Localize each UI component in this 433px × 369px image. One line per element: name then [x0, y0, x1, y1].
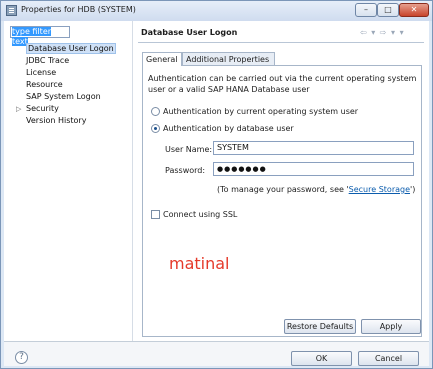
- user-name-label: User Name:: [165, 145, 213, 154]
- ok-button[interactable]: OK: [291, 351, 352, 366]
- footer-divider: [4, 341, 429, 342]
- window-title: Properties for HDB (SYSTEM): [21, 5, 136, 14]
- filter-input[interactable]: type filter text: [10, 26, 70, 46]
- user-name-field[interactable]: SYSTEM: [213, 141, 414, 155]
- password-label: Password:: [165, 166, 206, 175]
- hint-suffix: '): [410, 185, 416, 194]
- general-tab-panel: Authentication can be carried out via th…: [142, 65, 422, 337]
- history-nav-icon[interactable]: ⇦ ▾ ⇨ ▾ ▾: [360, 28, 405, 37]
- tree-item-license[interactable]: License: [8, 67, 126, 79]
- description-line-1: Authentication can be carried out via th…: [148, 74, 417, 83]
- close-button[interactable]: ✕: [399, 3, 429, 17]
- pane-divider[interactable]: [132, 21, 133, 341]
- title-divider: [138, 42, 424, 43]
- help-icon[interactable]: ?: [15, 351, 28, 364]
- restore-defaults-button[interactable]: Restore Defaults: [284, 319, 356, 334]
- password-field[interactable]: ●●●●●●●: [213, 162, 414, 176]
- minimize-button[interactable]: –: [355, 3, 377, 17]
- preference-tree: Database User Logon JDBC Trace License R…: [8, 43, 126, 127]
- tree-item-version-history[interactable]: Version History: [8, 115, 126, 127]
- tree-item-label: License: [26, 68, 57, 77]
- tree-item-label: JDBC Trace: [26, 56, 70, 65]
- tree-item-jdbc-trace[interactable]: JDBC Trace: [8, 55, 126, 67]
- properties-window: Properties for HDB (SYSTEM) – □ ✕ type f…: [0, 0, 433, 369]
- title-bar[interactable]: Properties for HDB (SYSTEM) – □ ✕: [1, 1, 432, 21]
- cancel-button[interactable]: Cancel: [358, 351, 419, 366]
- radio-db-user[interactable]: [151, 124, 160, 133]
- secure-storage-link[interactable]: Secure Storage: [349, 185, 410, 194]
- apply-button[interactable]: Apply: [361, 319, 421, 334]
- tree-item-security[interactable]: ▷ Security: [8, 103, 126, 115]
- tree-item-database-user-logon[interactable]: Database User Logon: [8, 43, 126, 55]
- tree-item-label: Resource: [26, 80, 63, 89]
- tab-additional-properties[interactable]: Additional Properties: [182, 52, 275, 65]
- ssl-checkbox-label[interactable]: Connect using SSL: [163, 210, 237, 219]
- watermark-text: matinal: [169, 254, 230, 273]
- dialog-body: type filter text Database User Logon JDB…: [4, 21, 429, 366]
- tab-general[interactable]: General: [142, 52, 182, 66]
- tree-item-label: Version History: [26, 116, 87, 125]
- tree-item-sap-system-logon[interactable]: SAP System Logon: [8, 91, 126, 103]
- maximize-button[interactable]: □: [377, 3, 399, 17]
- radio-db-user-label[interactable]: Authentication by database user: [163, 124, 294, 133]
- expand-chevron-icon[interactable]: ▷: [16, 103, 21, 115]
- page-title: Database User Logon: [141, 28, 238, 37]
- tree-item-label: Database User Logon: [26, 43, 116, 54]
- hint-prefix: (To manage your password, see ': [217, 185, 349, 194]
- tree-item-label: Security: [26, 104, 59, 113]
- app-icon: [6, 5, 17, 16]
- password-hint: (To manage your password, see 'Secure St…: [217, 185, 415, 194]
- radio-os-user-label[interactable]: Authentication by current operating syst…: [163, 107, 358, 116]
- tree-item-resource[interactable]: Resource: [8, 79, 126, 91]
- tree-item-label: SAP System Logon: [26, 92, 101, 101]
- description-line-2: user or a valid SAP HANA Database user: [148, 85, 310, 94]
- radio-os-user[interactable]: [151, 107, 160, 116]
- ssl-checkbox[interactable]: [151, 210, 160, 219]
